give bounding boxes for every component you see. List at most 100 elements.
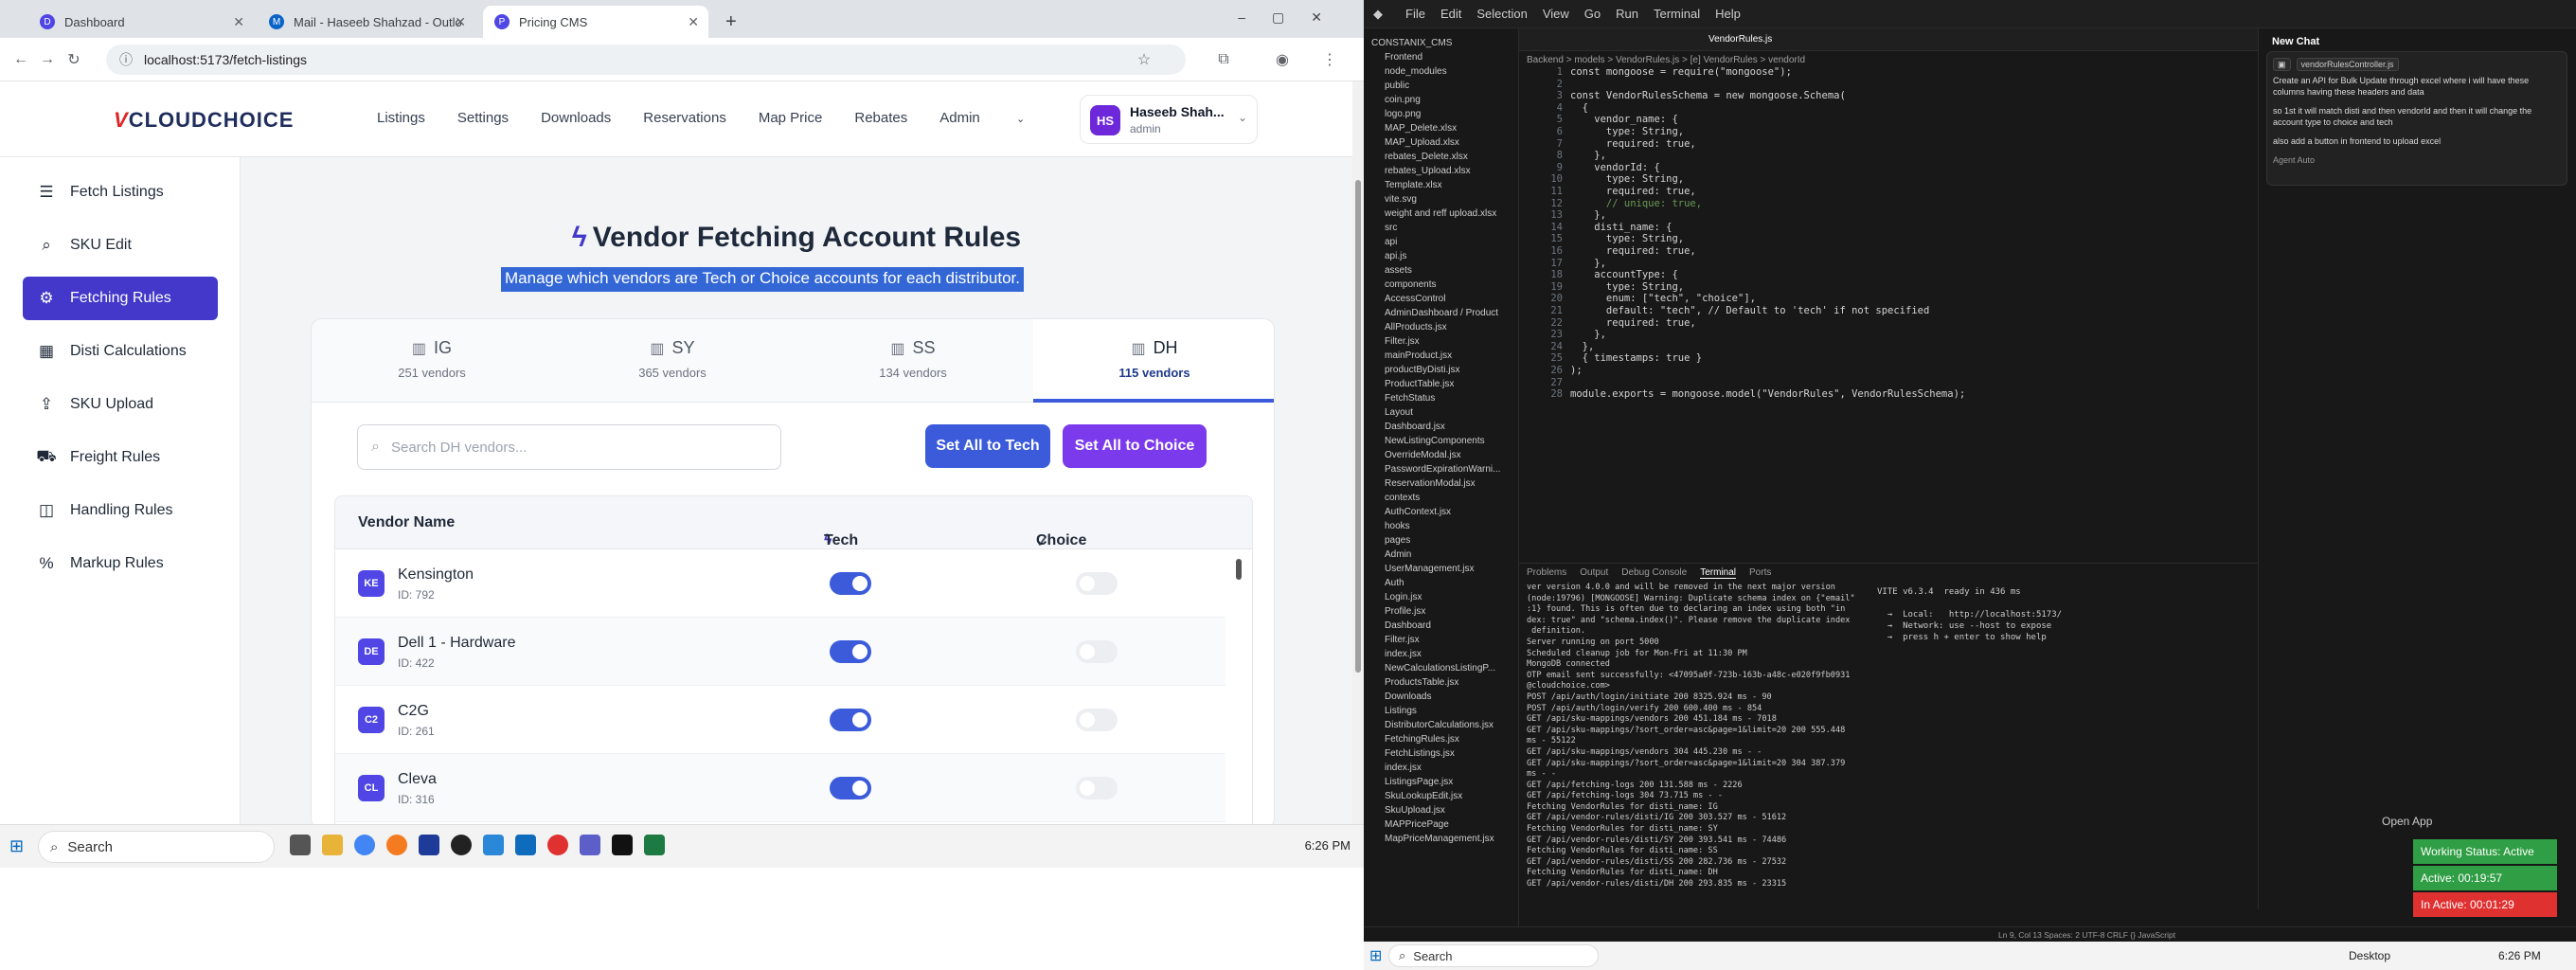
choice-toggle[interactable] <box>1076 572 1118 595</box>
app-icon[interactable] <box>547 835 568 855</box>
set-all-tech-button[interactable]: Set All to Tech <box>925 424 1050 468</box>
explorer-item[interactable]: weight and reff upload.xlsx <box>1385 208 1496 219</box>
task-view-icon[interactable] <box>290 835 311 855</box>
explorer-item[interactable]: Login.jsx <box>1385 592 1422 602</box>
excel-icon[interactable] <box>644 835 665 855</box>
new-tab-button[interactable]: + <box>714 6 742 38</box>
editor-tab-active[interactable]: VendorRules.js <box>1708 34 1772 45</box>
choice-toggle[interactable] <box>1076 777 1118 799</box>
close-tab-icon[interactable]: ✕ <box>455 14 466 30</box>
reload-icon[interactable]: ↻ <box>61 46 87 73</box>
tab-ig[interactable]: ▥ IG 251 vendors <box>312 319 552 403</box>
nav-settings[interactable]: Settings <box>457 110 509 126</box>
cursor-icon[interactable] <box>612 835 633 855</box>
panel-tab-ports[interactable]: Ports <box>1749 567 1771 579</box>
set-all-choice-button[interactable]: Set All to Choice <box>1063 424 1207 468</box>
explorer-item[interactable]: ListingsPage.jsx <box>1385 777 1453 787</box>
explorer-item[interactable]: AdminDashboard / Product <box>1385 308 1498 318</box>
explorer-item[interactable]: api <box>1385 237 1397 247</box>
explorer-item[interactable]: Auth <box>1385 578 1404 588</box>
explorer-item[interactable]: MapPriceManagement.jsx <box>1385 834 1494 844</box>
explorer-item[interactable]: rebates_Upload.xlsx <box>1385 166 1471 176</box>
panel-tab-output[interactable]: Output <box>1580 567 1608 579</box>
nav-map-price[interactable]: Map Price <box>759 110 823 126</box>
explorer-item[interactable]: components <box>1385 279 1436 290</box>
explorer-item[interactable]: Admin <box>1385 549 1411 560</box>
explorer-item[interactable]: MAP_Delete.xlsx <box>1385 123 1457 134</box>
choice-toggle[interactable] <box>1076 640 1118 663</box>
sidebar-item-sku-edit[interactable]: ⌕ SKU Edit <box>23 224 218 267</box>
explorer-item[interactable]: Layout <box>1385 407 1413 418</box>
explorer-item[interactable]: public <box>1385 81 1409 91</box>
sidebar-item-handling-rules[interactable]: ◫ Handling Rules <box>23 489 218 532</box>
explorer-item[interactable]: ProductTable.jsx <box>1385 379 1454 389</box>
address-bar[interactable]: ⓘ localhost:5173/fetch-listings <box>106 45 1186 75</box>
menu-selection[interactable]: Selection <box>1476 7 1527 21</box>
explorer-item[interactable]: MAP_Upload.xlsx <box>1385 137 1459 148</box>
explorer-item[interactable]: FetchStatus <box>1385 393 1435 404</box>
explorer-item[interactable]: Listings <box>1385 706 1417 716</box>
tab-sy[interactable]: ▥ SY 365 vendors <box>552 319 793 403</box>
menu-help[interactable]: Help <box>1715 7 1741 21</box>
tech-toggle[interactable] <box>830 640 871 663</box>
sidebar-item-markup-rules[interactable]: % Markup Rules <box>23 542 218 585</box>
back-icon[interactable]: ← <box>8 46 34 73</box>
explorer-item[interactable]: NewCalculationsListingP... <box>1385 663 1495 674</box>
nav-listings[interactable]: Listings <box>377 110 425 126</box>
tech-toggle[interactable] <box>830 709 871 731</box>
menu-go[interactable]: Go <box>1584 7 1601 21</box>
explorer-item[interactable]: Downloads <box>1385 692 1431 702</box>
app-icon[interactable] <box>515 835 536 855</box>
explorer-item[interactable]: UserManagement.jsx <box>1385 564 1474 574</box>
app-icon[interactable] <box>483 835 504 855</box>
user-menu[interactable]: HS Haseeb Shah... admin ⌄ <box>1080 95 1258 144</box>
explorer-item[interactable]: Dashboard.jsx <box>1385 422 1445 432</box>
sidebar-item-freight-rules[interactable]: ⛟ Freight Rules <box>23 436 218 479</box>
explorer-item[interactable]: Filter.jsx <box>1385 336 1420 347</box>
chrome-icon[interactable] <box>354 835 375 855</box>
agent-mode-select[interactable]: Agent <box>2273 155 2296 165</box>
brand-logo[interactable]: VCLOUDCHOICE <box>114 108 294 133</box>
explorer-item[interactable]: index.jsx <box>1385 649 1422 659</box>
explorer-item[interactable]: rebates_Delete.xlsx <box>1385 152 1468 162</box>
window-controls[interactable]: –▢✕ <box>1238 9 1349 26</box>
bookmark-star-icon[interactable]: ☆ <box>1131 46 1157 73</box>
explorer-item[interactable]: node_modules <box>1385 66 1447 77</box>
explorer-item[interactable]: index.jsx <box>1385 763 1422 773</box>
explorer-item[interactable]: Template.xlsx <box>1385 180 1442 190</box>
explorer-item[interactable]: contexts <box>1385 493 1420 503</box>
menu-view[interactable]: View <box>1543 7 1569 21</box>
sidebar-item-fetching-rules[interactable]: ⚙ Fetching Rules <box>23 277 218 320</box>
taskbar-search[interactable]: ⌕ Search <box>1388 944 1599 967</box>
explorer-item[interactable]: ReservationModal.jsx <box>1385 478 1476 489</box>
app-icon[interactable] <box>451 835 472 855</box>
explorer-item[interactable]: src <box>1385 223 1397 233</box>
windows-start-icon[interactable]: ⊞ <box>9 836 24 856</box>
browser-tab-dashboard[interactable]: D Dashboard ✕ <box>28 6 254 38</box>
explorer-item[interactable]: FetchListings.jsx <box>1385 748 1455 759</box>
site-info-icon[interactable]: ⓘ <box>119 50 133 69</box>
sidebar-item-disti-calculations[interactable]: ▦ Disti Calculations <box>23 330 218 373</box>
explorer-item[interactable]: logo.png <box>1385 109 1421 119</box>
chat-message[interactable]: ▣ vendorRulesController.js Create an API … <box>2266 51 2567 186</box>
explorer-item[interactable]: Dashboard <box>1385 620 1431 631</box>
page-scrollbar[interactable] <box>1352 81 1364 824</box>
model-select[interactable]: Auto <box>2298 155 2316 165</box>
explorer-item[interactable]: Filter.jsx <box>1385 635 1420 645</box>
explorer-item[interactable]: productByDisti.jsx <box>1385 365 1459 375</box>
close-tab-icon[interactable]: ✕ <box>233 14 244 30</box>
close-tab-icon[interactable]: ✕ <box>688 14 699 30</box>
explorer-item[interactable]: OverrideModal.jsx <box>1385 450 1461 460</box>
sidebar-item-fetch-listings[interactable]: ☰ Fetch Listings <box>23 171 218 214</box>
windows-start-icon[interactable]: ⊞ <box>1369 946 1382 965</box>
forward-icon[interactable]: → <box>34 46 61 73</box>
terminal-vite-output[interactable]: VITE v6.3.4 ready in 436 ms → Local: htt… <box>1877 586 2062 643</box>
explorer-item[interactable]: api.js <box>1385 251 1406 261</box>
app-icon[interactable] <box>419 835 439 855</box>
explorer-item[interactable]: mainProduct.jsx <box>1385 350 1452 361</box>
menu-file[interactable]: File <box>1405 7 1425 21</box>
menu-terminal[interactable]: Terminal <box>1654 7 1700 21</box>
explorer-item[interactable]: MAPPricePage <box>1385 819 1449 830</box>
explorer-item[interactable]: SkuUpload.jsx <box>1385 805 1445 816</box>
explorer-item[interactable]: PasswordExpirationWarni... <box>1385 464 1500 475</box>
